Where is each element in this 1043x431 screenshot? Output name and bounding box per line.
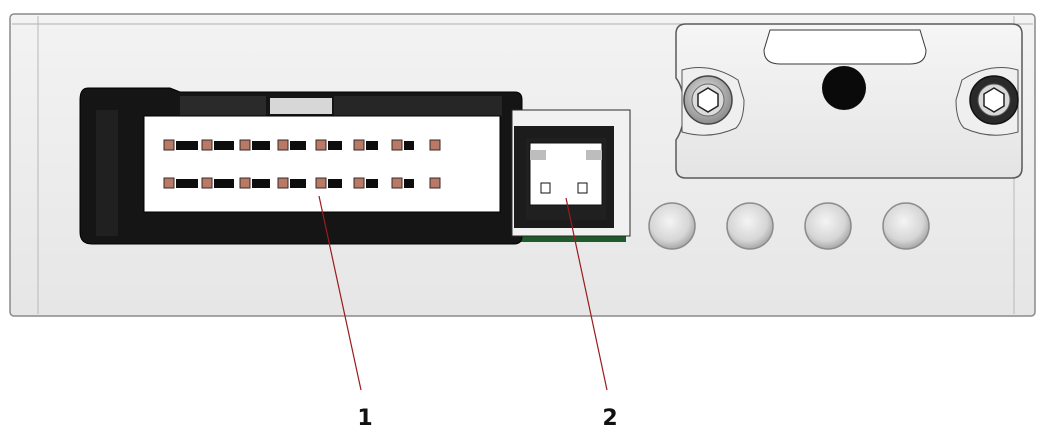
connector-pin: [315, 139, 327, 151]
screw-left-hex-socket: [697, 87, 719, 113]
connector-pin: [277, 139, 289, 151]
cover-plate: [675, 23, 1023, 179]
connector-pin-contact: [290, 179, 306, 188]
connector-pin: [201, 139, 213, 151]
connector-pin: [163, 139, 175, 151]
connector-pin-contact: [404, 141, 414, 150]
main-connector: [79, 87, 523, 245]
cover-plate-cutout: [763, 29, 927, 65]
connector-pin-contact: [214, 141, 234, 150]
connector-pin: [429, 139, 441, 151]
small-connector-key-left: [530, 150, 546, 160]
connector-pin: [239, 139, 251, 151]
small-connector: [511, 109, 631, 237]
small-connector-key-right: [586, 150, 602, 160]
main-connector-latch: [180, 96, 266, 116]
connector-pin-contact: [366, 141, 378, 150]
connector-pin-contact: [252, 141, 270, 150]
connector-pin-contact: [290, 141, 306, 150]
led-4: [882, 202, 930, 250]
connector-pin: [429, 177, 441, 189]
connector-pin: [239, 177, 251, 189]
connector-pin: [277, 177, 289, 189]
main-connector-face: [143, 115, 501, 213]
main-connector-latch-gap: [270, 98, 332, 114]
screw-left: [683, 75, 733, 125]
device-front-diagram: 1 2: [9, 13, 1036, 431]
connector-pin: [391, 177, 403, 189]
connector-pin-contact: [366, 179, 378, 188]
led-1: [648, 202, 696, 250]
connector-pin: [315, 177, 327, 189]
main-connector-side-rib: [96, 110, 118, 236]
connector-pin: [391, 139, 403, 151]
connector-pin-contact: [176, 179, 198, 188]
connector-pin-contact: [176, 141, 198, 150]
connector-pin-contact: [328, 179, 342, 188]
callout-1-label: 1: [357, 406, 372, 431]
connector-pin: [353, 139, 365, 151]
small-connector-pin-2: [577, 182, 588, 194]
connector-pin-contact: [404, 179, 414, 188]
main-connector-top-bar: [334, 96, 502, 116]
cover-plate-hole: [822, 66, 866, 110]
led-2: [726, 202, 774, 250]
connector-pin: [163, 177, 175, 189]
connector-pin-contact: [214, 179, 234, 188]
connector-pin-contact: [328, 141, 342, 150]
connector-pin-contact: [252, 179, 270, 188]
led-3: [804, 202, 852, 250]
connector-pin: [353, 177, 365, 189]
screw-right-hex-socket: [983, 87, 1005, 113]
screw-right: [969, 75, 1019, 125]
small-connector-pin-1: [540, 182, 551, 194]
connector-pin: [201, 177, 213, 189]
callout-2-label: 2: [602, 406, 617, 431]
